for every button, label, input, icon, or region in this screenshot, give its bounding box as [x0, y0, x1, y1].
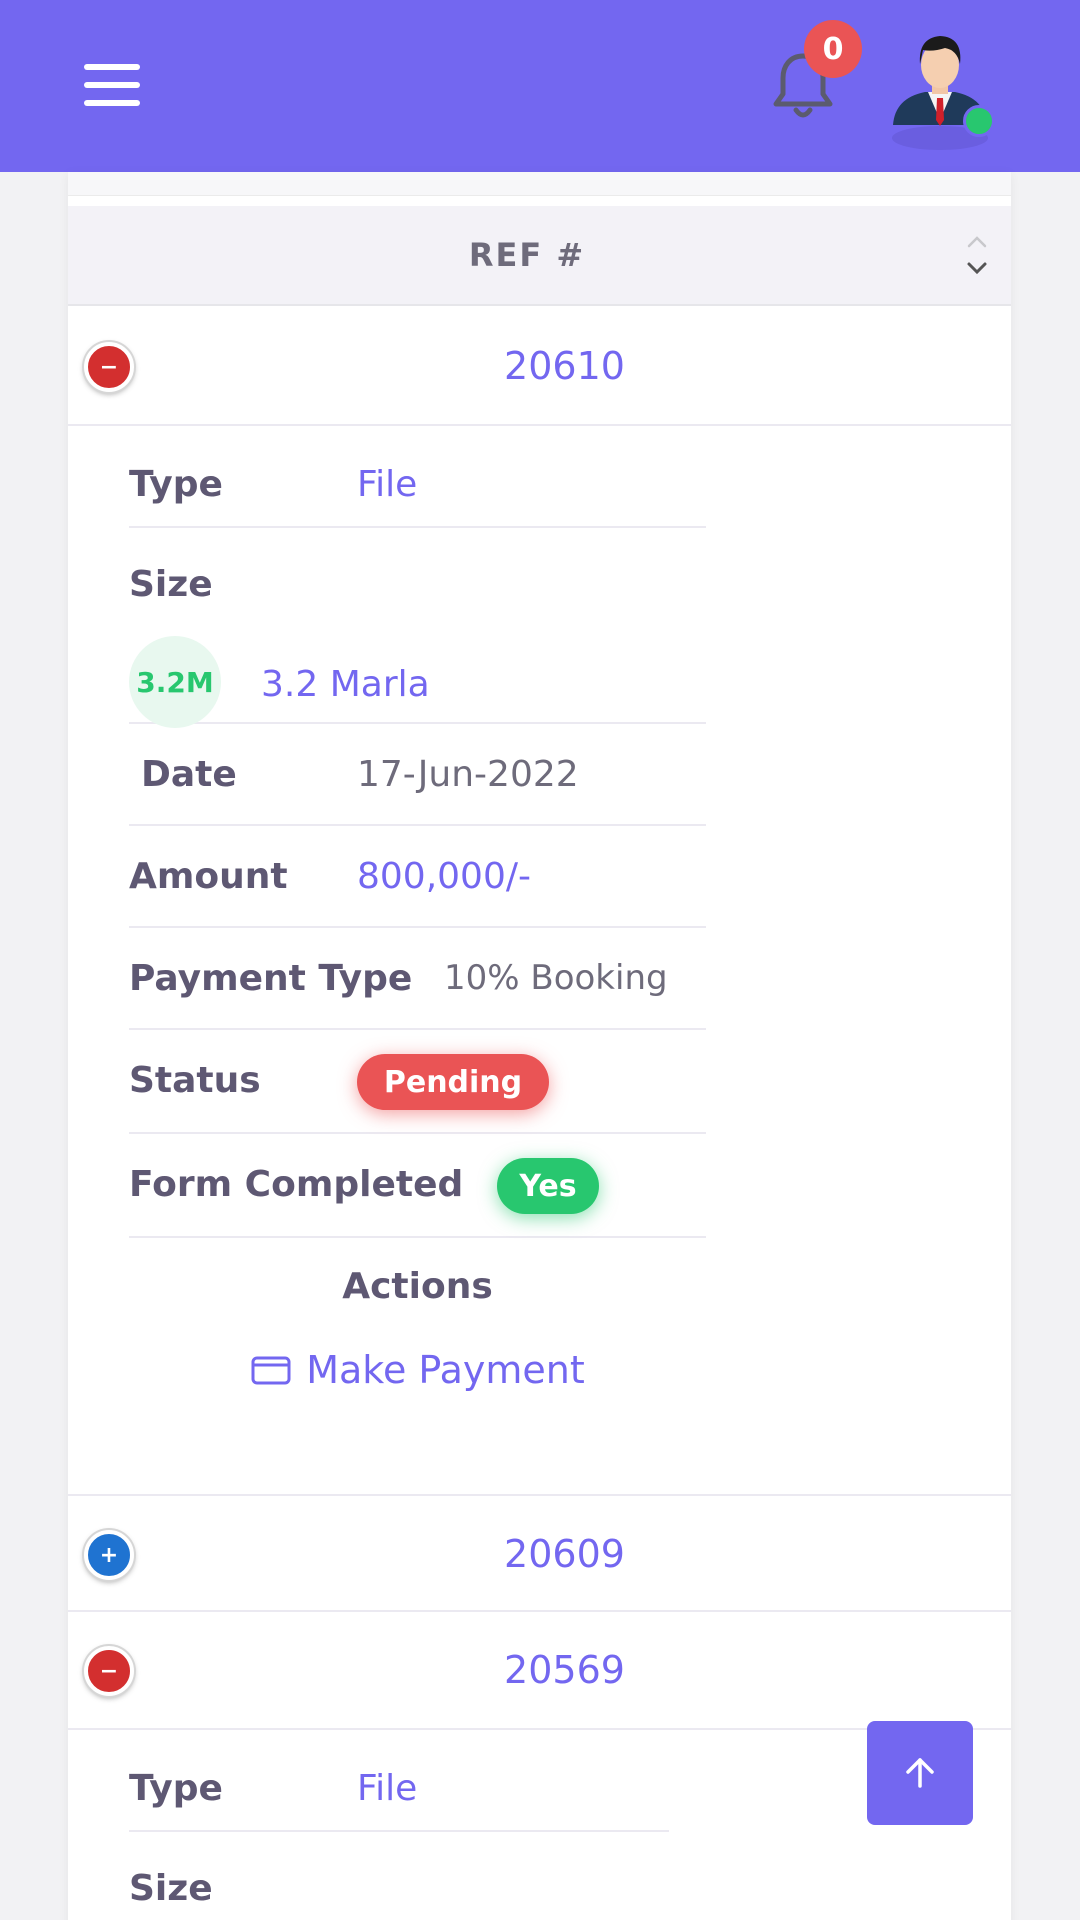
- arrow-up-icon: [906, 1758, 934, 1788]
- detail-date: Date 17-Jun-2022: [129, 724, 706, 826]
- table-row[interactable]: − 20569: [68, 1612, 1011, 1730]
- form-completed-label: Form Completed: [129, 1164, 464, 1205]
- credit-card-icon: [251, 1356, 291, 1385]
- detail-type: Type File: [129, 428, 706, 528]
- table-top-strip: [68, 172, 1011, 196]
- detail-size: Size: [129, 1832, 669, 1920]
- detail-status: Status Pending: [129, 1030, 706, 1134]
- top-navbar: 0: [0, 0, 1080, 172]
- ref-number[interactable]: 20610: [68, 344, 1011, 388]
- detail-form-completed: Form Completed Yes: [129, 1134, 706, 1238]
- sort-icon[interactable]: [965, 228, 989, 284]
- type-label: Type: [129, 464, 223, 505]
- detail-type: Type File: [129, 1732, 669, 1832]
- detail-payment-type: Payment Type 10% Booking: [129, 928, 706, 1030]
- bookings-table-card: REF # − 20610 Type File Size 3.2M 3.2 Ma…: [68, 172, 1011, 1920]
- table-row[interactable]: − 20610: [68, 308, 1011, 426]
- table-header-ref[interactable]: REF #: [68, 206, 1011, 306]
- table-row[interactable]: + 20609: [68, 1494, 1011, 1612]
- form-completed-badge: Yes: [497, 1158, 599, 1214]
- column-header-label: REF #: [468, 236, 586, 274]
- type-label: Type: [129, 1768, 223, 1809]
- date-label: Date: [141, 754, 237, 795]
- make-payment-link[interactable]: Make Payment: [129, 1348, 706, 1392]
- row-details: Type File Size: [129, 1732, 669, 1920]
- detail-size: Size 3.2M 3.2 Marla: [129, 528, 706, 728]
- menu-icon[interactable]: [84, 64, 140, 106]
- row-details: Type File Size 3.2M 3.2 Marla Date 17-Ju…: [129, 428, 706, 1448]
- size-avatar: 3.2M: [129, 636, 221, 728]
- type-value: File: [357, 1768, 418, 1809]
- notification-count-badge[interactable]: 0: [804, 20, 862, 78]
- status-label: Status: [129, 1060, 261, 1101]
- size-label: Size: [129, 1868, 213, 1909]
- ref-number[interactable]: 20569: [68, 1648, 1011, 1692]
- size-label: Size: [129, 564, 213, 605]
- type-value: File: [357, 464, 418, 505]
- date-value: 17-Jun-2022: [357, 754, 579, 795]
- amount-label: Amount: [129, 856, 288, 897]
- online-status-dot: [963, 105, 995, 137]
- make-payment-label: Make Payment: [306, 1348, 585, 1392]
- status-badge: Pending: [357, 1054, 549, 1110]
- scroll-to-top-button[interactable]: [867, 1721, 973, 1825]
- detail-amount: Amount 800,000/-: [129, 826, 706, 928]
- size-value: 3.2 Marla: [261, 664, 430, 705]
- amount-value: 800,000/-: [357, 856, 531, 897]
- actions-label: Actions: [342, 1266, 493, 1307]
- ref-number[interactable]: 20609: [68, 1532, 1011, 1576]
- payment-type-value: 10% Booking: [444, 958, 668, 998]
- detail-actions: Actions Make Payment: [129, 1238, 706, 1448]
- payment-type-label: Payment Type: [129, 958, 413, 999]
